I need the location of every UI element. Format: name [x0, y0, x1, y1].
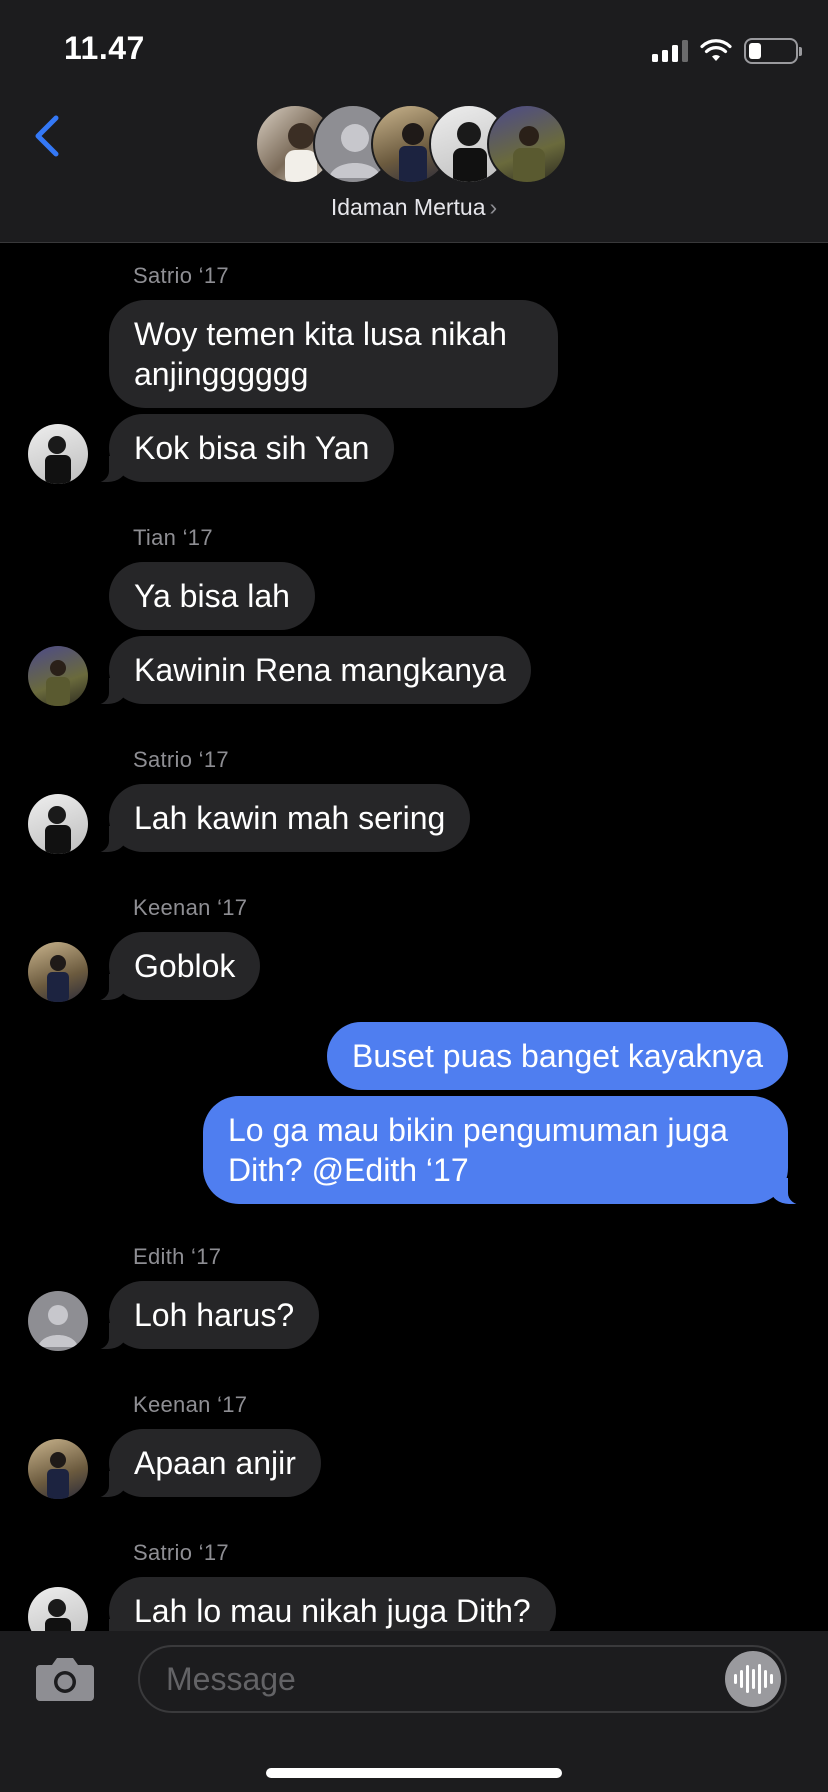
status-icons: [652, 36, 802, 66]
conversation-header: 11.47 Idaman Mertua ›: [0, 0, 828, 243]
home-indicator[interactable]: [266, 1768, 562, 1778]
signal-icon: [652, 40, 688, 62]
composer-bar: Message: [0, 1631, 828, 1792]
sender-avatar[interactable]: [28, 424, 88, 484]
chevron-right-icon: ›: [489, 194, 498, 220]
sender-avatar[interactable]: [28, 942, 88, 1002]
sender-name: Satrio ‘17: [133, 1540, 229, 1565]
default-avatar-icon[interactable]: [28, 1291, 88, 1351]
camera-icon[interactable]: [34, 1653, 96, 1703]
member-avatar: [487, 104, 567, 184]
sender-name: Tian ‘17: [133, 525, 213, 550]
sender-avatar[interactable]: [28, 646, 88, 706]
message-placeholder: Message: [166, 1661, 296, 1697]
message-bubble-incoming[interactable]: Kawinin Rena mangkanya: [87, 636, 531, 705]
audio-waveform-icon[interactable]: [725, 1651, 781, 1707]
status-time: 11.47: [64, 30, 145, 66]
message-bubble-incoming[interactable]: Kok bisa sih Yan: [86, 414, 395, 483]
group-avatars[interactable]: [255, 104, 567, 184]
message-thread[interactable]: Satrio ‘17 Woy temen kita lusa nikah anj…: [0, 244, 828, 1631]
message-input[interactable]: Message: [138, 1645, 787, 1713]
message-bubble-incoming[interactable]: Ya bisa lah: [109, 562, 315, 630]
message-bubble-incoming[interactable]: Lah lo mau nikah juga Dith?: [87, 1577, 556, 1631]
sender-name: Satrio ‘17: [133, 747, 229, 772]
message-bubble-incoming[interactable]: Woy temen kita lusa nikah anjingggggg: [109, 300, 558, 408]
sender-name: Keenan ‘17: [133, 1392, 248, 1417]
message-bubble-outgoing[interactable]: Buset puas banget kayaknya: [327, 1022, 788, 1090]
sender-avatar[interactable]: [28, 1439, 88, 1499]
wifi-icon: [700, 39, 732, 61]
message-bubble-incoming[interactable]: Lah kawin mah sering: [86, 784, 471, 853]
sender-name: Satrio ‘17: [133, 263, 229, 288]
message-bubble-incoming[interactable]: Goblok: [86, 932, 261, 1001]
sender-name: Edith ‘17: [133, 1244, 222, 1269]
message-bubble-outgoing[interactable]: Lo ga mau bikin pengumuman juga Dith? @E…: [203, 1096, 810, 1205]
sender-avatar[interactable]: [28, 1587, 88, 1631]
group-name[interactable]: Idaman Mertua ›: [0, 194, 828, 221]
sender-avatar[interactable]: [28, 794, 88, 854]
battery-icon: [744, 38, 802, 64]
back-chevron-icon[interactable]: [28, 112, 68, 160]
message-bubble-incoming[interactable]: Apaan anjir: [87, 1429, 321, 1498]
message-bubble-incoming[interactable]: Loh harus?: [86, 1281, 320, 1350]
sender-name: Keenan ‘17: [133, 895, 248, 920]
